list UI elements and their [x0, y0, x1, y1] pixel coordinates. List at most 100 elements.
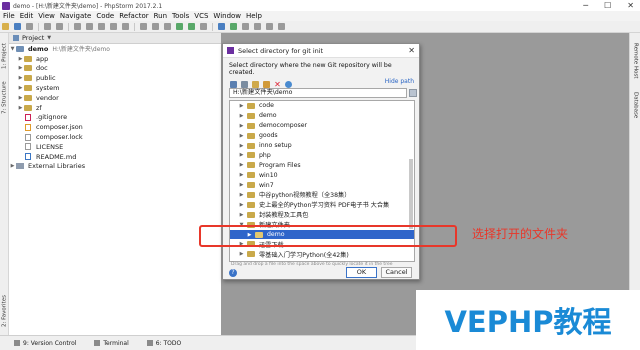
minimize-button[interactable]: ─	[583, 1, 588, 10]
dir-row[interactable]: ▶ win7	[230, 180, 414, 190]
chevron-right-icon[interactable]: ▶	[238, 103, 245, 109]
chevron-right-icon[interactable]: ▶	[238, 133, 245, 139]
new-folder-icon[interactable]	[263, 81, 270, 88]
tree-root-demo[interactable]: ▼ demo H:\新建文件夹\demo	[9, 44, 221, 54]
tree-item[interactable]: LICENSE	[9, 142, 221, 152]
menu-navigate[interactable]: Navigate	[60, 12, 91, 20]
hide-path-link[interactable]: Hide path	[385, 78, 414, 85]
maximize-button[interactable]: ☐	[604, 1, 611, 10]
tool-tab-project[interactable]: 1: Project	[0, 37, 9, 75]
dir-row[interactable]: ▶ 零基础入门学习Python(全42集)	[230, 249, 414, 259]
save-all-icon[interactable]	[14, 23, 21, 30]
menu-tools[interactable]: Tools	[172, 12, 189, 20]
chevron-right-icon[interactable]: ▶	[238, 172, 245, 178]
chevron-right-icon[interactable]: ▶	[17, 95, 24, 101]
tree-item[interactable]: ▶ system	[9, 83, 221, 93]
run-config-dropdown-icon[interactable]	[164, 23, 171, 30]
refresh-icon[interactable]	[285, 81, 292, 88]
cut-icon[interactable]	[74, 23, 81, 30]
chevron-down-icon[interactable]: ▼	[47, 35, 51, 41]
vcs-commit-icon[interactable]	[230, 23, 237, 30]
chevron-right-icon[interactable]: ▶	[238, 182, 245, 188]
tree-item[interactable]: ▶ zf	[9, 103, 221, 113]
menu-edit[interactable]: Edit	[20, 12, 34, 20]
tree-item[interactable]: ▶ doc	[9, 64, 221, 74]
tree-item[interactable]: .gitignore	[9, 113, 221, 123]
tool-tab-todo[interactable]: 6: TODO	[146, 340, 181, 347]
tree-scrollbar[interactable]	[409, 159, 413, 229]
tree-item[interactable]: ▶ public	[9, 73, 221, 83]
find-icon[interactable]	[110, 23, 117, 30]
ok-button[interactable]: OK	[346, 267, 377, 278]
dir-row[interactable]: ▶ inno setup	[230, 141, 414, 151]
menu-window[interactable]: Window	[213, 12, 241, 20]
chevron-right-icon[interactable]: ▶	[238, 192, 245, 198]
run-icon[interactable]	[176, 23, 183, 30]
close-icon[interactable]: ✕	[408, 46, 415, 55]
tool-tab-database[interactable]: Database	[631, 87, 640, 123]
stop-icon[interactable]	[200, 23, 207, 30]
chevron-right-icon[interactable]: ▶	[9, 163, 16, 169]
undo-icon[interactable]	[140, 23, 147, 30]
copy-icon[interactable]	[86, 23, 93, 30]
menu-refactor[interactable]: Refactor	[119, 12, 148, 20]
chevron-right-icon[interactable]: ▶	[238, 143, 245, 149]
chevron-right-icon[interactable]: ▶	[238, 152, 245, 158]
chevron-right-icon[interactable]: ▶	[238, 113, 245, 119]
path-input[interactable]: H:\新建文件夹\demo	[229, 88, 407, 98]
chevron-right-icon[interactable]: ▶	[238, 123, 245, 129]
dir-row[interactable]: ▶ democomposer	[230, 121, 414, 131]
dir-row[interactable]: ▶ Program Files	[230, 160, 414, 170]
path-history-icon[interactable]	[409, 89, 417, 97]
menu-run[interactable]: Run	[154, 12, 167, 20]
close-window-button[interactable]: ✕	[627, 1, 634, 10]
chevron-right-icon[interactable]: ▶	[238, 202, 245, 208]
dir-row[interactable]: ▶ 中谷python视频教程（全38集）	[230, 190, 414, 200]
dir-row[interactable]: ▶ goods	[230, 131, 414, 141]
tree-item[interactable]: ▶ vendor	[9, 93, 221, 103]
help-button[interactable]: ?	[229, 269, 237, 277]
project-folder-icon[interactable]	[252, 81, 259, 88]
vcs-history-icon[interactable]	[242, 23, 249, 30]
dir-row[interactable]: ▶ 封装教程及工具包	[230, 210, 414, 220]
back-icon[interactable]	[44, 23, 51, 30]
paste-icon[interactable]	[98, 23, 105, 30]
redo-icon[interactable]	[152, 23, 159, 30]
tool-tab-version-control[interactable]: 9: Version Control	[14, 340, 76, 347]
menu-vcs[interactable]: VCS	[194, 12, 208, 20]
chevron-right-icon[interactable]: ▶	[238, 212, 245, 218]
cancel-button[interactable]: Cancel	[381, 267, 412, 278]
vcs-update-icon[interactable]	[218, 23, 225, 30]
tool-tab-favorites[interactable]: 2: Favorites	[0, 291, 9, 331]
chevron-right-icon[interactable]: ▶	[17, 75, 24, 81]
open-folder-icon[interactable]	[2, 23, 9, 30]
tree-item[interactable]: README.md	[9, 152, 221, 162]
project-panel-header[interactable]: Project ▼	[9, 33, 221, 44]
menu-help[interactable]: Help	[246, 12, 262, 20]
sync-icon[interactable]	[26, 23, 33, 30]
tool-tab-terminal[interactable]: Terminal	[94, 340, 129, 347]
chevron-down-icon[interactable]: ▼	[9, 46, 16, 52]
desktop-icon[interactable]	[241, 81, 248, 88]
dir-row[interactable]: ▶ code	[230, 101, 414, 111]
dir-row[interactable]: ▶ demo	[230, 111, 414, 121]
replace-icon[interactable]	[122, 23, 129, 30]
tree-item[interactable]: ▶ app	[9, 54, 221, 64]
chevron-right-icon[interactable]: ▶	[17, 56, 24, 62]
menu-code[interactable]: Code	[96, 12, 114, 20]
dir-row[interactable]: ▶ php	[230, 150, 414, 160]
project-structure-icon[interactable]	[266, 23, 273, 30]
debug-icon[interactable]	[188, 23, 195, 30]
chevron-right-icon[interactable]: ▶	[238, 162, 245, 168]
tool-tab-remote-host[interactable]: Remote Host	[631, 39, 640, 83]
settings-icon[interactable]	[254, 23, 261, 30]
forward-icon[interactable]	[56, 23, 63, 30]
menu-file[interactable]: File	[3, 12, 15, 20]
home-icon[interactable]	[230, 81, 237, 88]
tree-item[interactable]: composer.json	[9, 122, 221, 132]
chevron-right-icon[interactable]: ▶	[238, 251, 245, 257]
menu-view[interactable]: View	[38, 12, 55, 20]
chevron-right-icon[interactable]: ▶	[17, 85, 24, 91]
dir-row[interactable]: ▶ 史上最全的Python学习资料 PDF电子书 大合集	[230, 200, 414, 210]
dir-row[interactable]: ▶ win10	[230, 170, 414, 180]
